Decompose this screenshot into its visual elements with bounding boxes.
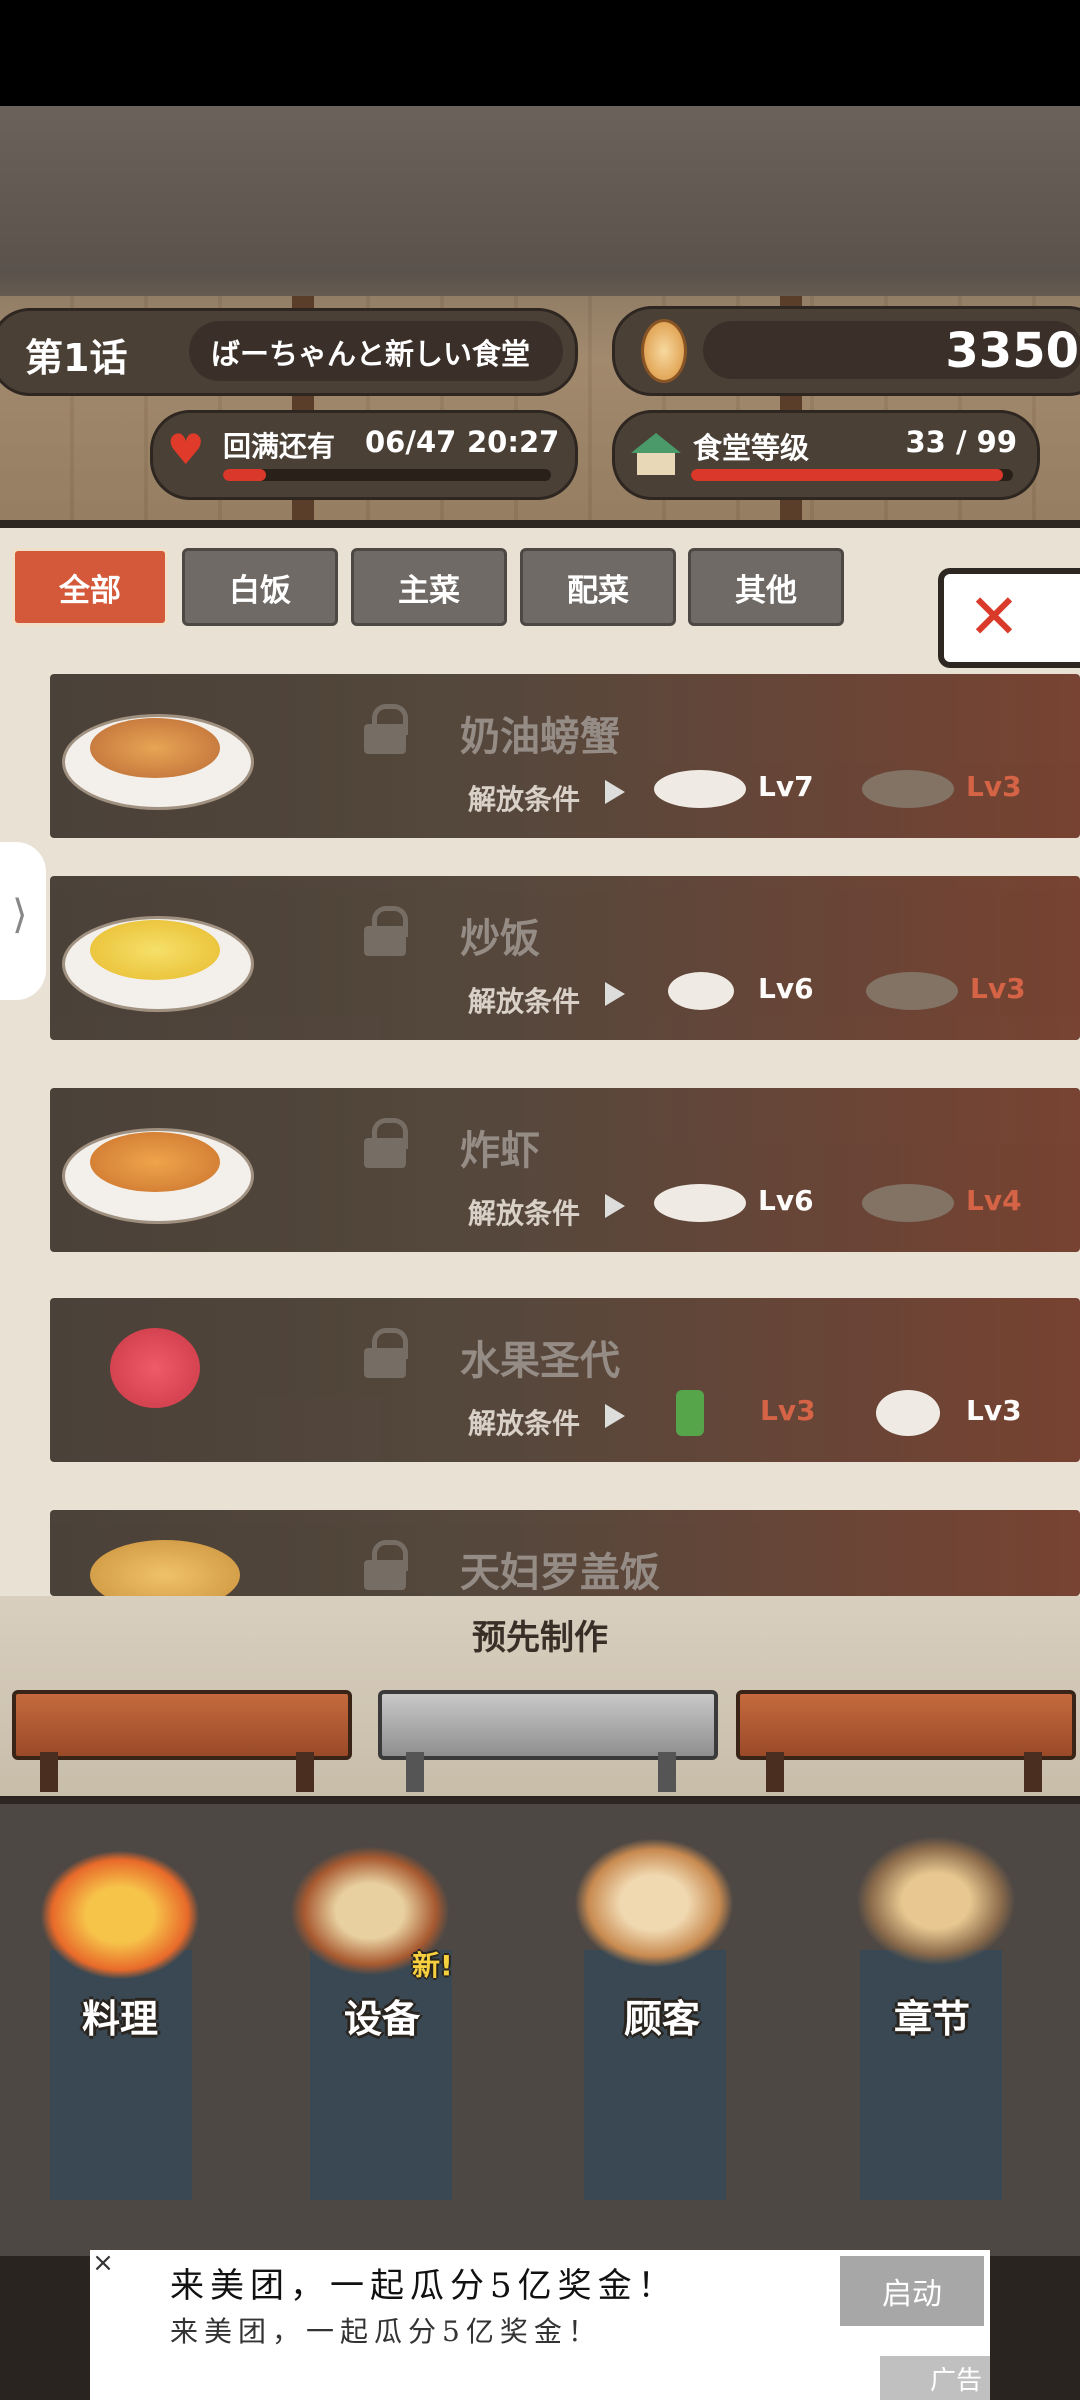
- lock-icon: [364, 704, 408, 754]
- requirement-level: Lv3: [966, 1394, 1022, 1427]
- recipe-name: 奶油螃蟹: [460, 714, 620, 760]
- meatball-icon: [862, 1184, 954, 1222]
- chapter-number: 第1话: [25, 336, 128, 380]
- requirement-level: Lv3: [970, 972, 1026, 1005]
- lock-icon: [364, 1540, 408, 1590]
- karaage-icon: [654, 1184, 746, 1222]
- tab-all[interactable]: 全部: [12, 548, 168, 626]
- chapter-banner[interactable]: 第1话 ばーちゃんと新しい食堂: [0, 308, 578, 396]
- fried-shrimp-icon: [90, 1132, 220, 1192]
- recipe-row[interactable]: 炸虾 解放条件 Lv6 Lv4: [50, 1088, 1080, 1252]
- requirement-level: Lv3: [760, 1394, 816, 1427]
- recipe-name: 天妇罗盖饭: [460, 1550, 660, 1596]
- crab-croquette-icon: [90, 718, 220, 778]
- heart-icon: ♥: [167, 425, 205, 474]
- stamina-panel: ♥ 回满还有 06/47 20:27: [150, 410, 578, 500]
- recover-label: 回满还有: [223, 430, 336, 463]
- ad-close-icon[interactable]: ×: [90, 2250, 116, 2276]
- level-bar: [691, 469, 1013, 481]
- ad-label: 广告: [880, 2356, 990, 2400]
- recipe-row[interactable]: 天妇罗盖饭: [50, 1510, 1080, 1596]
- stamina-bar: [223, 469, 551, 481]
- film-projector-icon: [856, 1836, 1016, 1966]
- recipe-name: 炸虾: [460, 1128, 540, 1174]
- coin-icon: [641, 319, 687, 383]
- premake-slot-2[interactable]: [378, 1690, 718, 1760]
- recipe-name: 炒饭: [460, 916, 540, 962]
- tab-other[interactable]: 其他: [688, 548, 844, 626]
- close-button[interactable]: ✕: [938, 568, 1080, 668]
- green-drink-icon: [676, 1390, 704, 1436]
- premake-slot-1[interactable]: [12, 1690, 352, 1760]
- white-rice-icon: [668, 972, 734, 1010]
- chevron-right-icon: ⟩: [12, 892, 28, 938]
- tab-side-dish[interactable]: 配菜: [520, 548, 676, 626]
- recover-count: 06/47: [365, 425, 457, 459]
- close-icon: ✕: [968, 580, 1020, 653]
- status-bar: [0, 0, 1080, 106]
- menu-cooking-label: 料理: [81, 1997, 158, 2041]
- recipe-row[interactable]: 炒饭 解放条件 Lv6 Lv3: [50, 876, 1080, 1040]
- new-badge: 新!: [412, 1949, 453, 1982]
- ad-launch-button[interactable]: 启动: [840, 2256, 984, 2326]
- arrow-right-icon: [605, 1194, 625, 1218]
- unlock-condition-label: 解放条件: [468, 1197, 581, 1230]
- coin-amount: 3350: [945, 323, 1079, 379]
- recipe-name: 水果圣代: [460, 1338, 620, 1384]
- restaurant-level-panel: 食堂等级 33 / 99: [612, 410, 1040, 500]
- gyoza-icon: [866, 972, 958, 1010]
- requirement-level: Lv3: [966, 770, 1022, 803]
- cooking-pot-icon: [40, 1850, 200, 1980]
- requirement-level: Lv4: [966, 1184, 1022, 1217]
- tab-rice[interactable]: 白饭: [182, 548, 338, 626]
- recover-timer: 20:27: [467, 425, 560, 459]
- arrow-right-icon: [605, 780, 625, 804]
- tempura-bowl-icon: [90, 1540, 240, 1596]
- unlock-condition-label: 解放条件: [468, 783, 581, 816]
- requirement-level: Lv6: [758, 972, 814, 1005]
- level-label: 食堂等级: [693, 431, 810, 465]
- fried-croquette-icon: [654, 770, 746, 808]
- lock-icon: [364, 1328, 408, 1378]
- house-icon: [631, 433, 681, 477]
- menu-customers-label: 顾客: [623, 1997, 700, 2041]
- premake-title: 预先制作: [472, 1618, 608, 1658]
- customers-icon: [574, 1838, 734, 1968]
- ad-subtitle: 来美团，一起瓜分5亿奖金！: [170, 2315, 602, 2348]
- recipe-row[interactable]: 水果圣代 解放条件 Lv3 Lv3: [50, 1298, 1080, 1462]
- arrow-right-icon: [605, 982, 625, 1006]
- recipe-row[interactable]: 奶油螃蟹 解放条件 Lv7 Lv3: [50, 674, 1080, 838]
- requirement-level: Lv6: [758, 1184, 814, 1217]
- fried-rice-icon: [90, 920, 220, 980]
- tab-main-dish[interactable]: 主菜: [351, 548, 507, 626]
- premake-slot-3[interactable]: [736, 1690, 1076, 1760]
- menu-chapters-label: 章节: [893, 1997, 970, 2041]
- curry-icon: [862, 770, 954, 808]
- unlock-condition-label: 解放条件: [468, 1407, 581, 1440]
- fruit-bowl-icon: [876, 1390, 940, 1436]
- arrow-right-icon: [605, 1404, 625, 1428]
- lock-icon: [364, 1118, 408, 1168]
- fruit-sundae-icon: [110, 1328, 200, 1408]
- requirement-level: Lv7: [758, 770, 814, 803]
- ad-title: 来美团，一起瓜分5亿奖金！: [170, 2266, 678, 2306]
- unlock-condition-label: 解放条件: [468, 985, 581, 1018]
- chapter-title: ばーちゃんと新しい食堂: [211, 337, 531, 371]
- level-value: 33 / 99: [905, 425, 1018, 459]
- menu-equipment-label: 设备: [343, 1997, 420, 2041]
- side-drawer-handle[interactable]: ⟩: [0, 842, 46, 1000]
- coin-counter: 3350: [612, 306, 1080, 396]
- lock-icon: [364, 906, 408, 956]
